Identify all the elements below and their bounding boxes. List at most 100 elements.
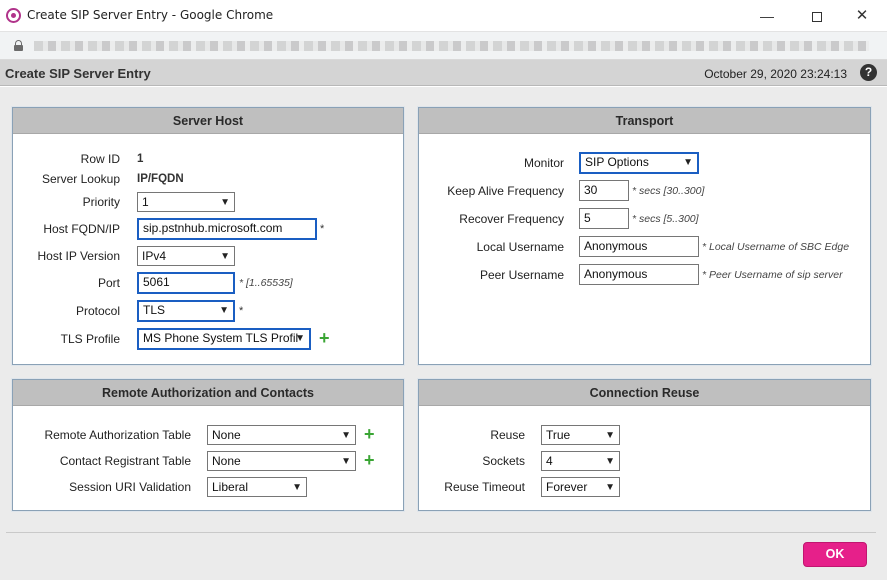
add-remote-auth-icon[interactable]: +	[364, 424, 375, 444]
session-uri-select[interactable]: Liberal ▼	[207, 477, 307, 497]
host-fqdn-required: *	[320, 223, 325, 235]
reuse-timeout-label: Reuse Timeout	[444, 480, 525, 494]
host-fqdn-input[interactable]: sip.pstnhub.microsoft.com	[137, 218, 317, 240]
close-button[interactable]: ✕	[839, 4, 885, 28]
keep-alive-label: Keep Alive Frequency	[447, 184, 564, 198]
server-lookup-label: Server Lookup	[41, 172, 120, 186]
keep-alive-hint: * secs [30..300]	[632, 185, 705, 197]
server-lookup-value: IP/FQDN	[137, 173, 184, 185]
contact-registrant-row: Contact Registrant Table None ▼ +	[13, 450, 403, 472]
local-username-input[interactable]: Anonymous	[579, 236, 699, 257]
chevron-down-icon: ▼	[341, 430, 351, 441]
local-username-label: Local Username	[476, 240, 564, 254]
minimize-button[interactable]: —	[744, 4, 790, 28]
connection-reuse-panel: Connection Reuse Reuse True ▼ Sockets 4 …	[418, 379, 871, 511]
sockets-label: Sockets	[482, 454, 525, 468]
remote-auth-panel: Remote Authorization and Contacts Remote…	[12, 379, 404, 511]
host-ip-version-select[interactable]: IPv4 ▼	[137, 246, 235, 266]
peer-username-input[interactable]: Anonymous	[579, 264, 699, 285]
recover-label: Recover Frequency	[459, 212, 564, 226]
tls-profile-select[interactable]: MS Phone System TLS Profil ▼	[137, 328, 311, 350]
remote-auth-table-select[interactable]: None ▼	[207, 425, 356, 445]
minimize-icon: —	[760, 8, 774, 24]
local-username-row: Local Username Anonymous * Local Usernam…	[419, 236, 870, 258]
chevron-down-icon: ▼	[605, 482, 615, 493]
priority-select[interactable]: 1 ▼	[137, 192, 235, 212]
browser-titlebar: Create SIP Server Entry - Google Chrome …	[0, 0, 887, 32]
chevron-down-icon: ▼	[341, 456, 351, 467]
server-host-panel: Server Host Row ID 1 Server Lookup IP/FQ…	[12, 107, 404, 365]
reuse-timeout-row: Reuse Timeout Forever ▼	[419, 476, 870, 498]
transport-panel: Transport Monitor SIP Options ▼ Keep Ali…	[418, 107, 871, 365]
peer-username-hint: * Peer Username of sip server	[702, 269, 843, 281]
recover-hint: * secs [5..300]	[632, 213, 699, 225]
reuse-label: Reuse	[490, 428, 525, 442]
priority-label: Priority	[82, 195, 120, 209]
remote-auth-table-row: Remote Authorization Table None ▼ +	[13, 424, 403, 446]
priority-row: Priority 1 ▼	[13, 191, 403, 213]
host-ip-version-label: Host IP Version	[37, 249, 121, 263]
keep-alive-input[interactable]: 30	[579, 180, 629, 201]
maximize-button[interactable]	[794, 4, 840, 28]
remote-auth-table-label: Remote Authorization Table	[44, 428, 191, 442]
reuse-row: Reuse True ▼	[419, 424, 870, 446]
host-fqdn-label: Host FQDN/IP	[43, 222, 120, 236]
ok-button[interactable]: OK	[803, 542, 867, 567]
lock-icon	[14, 40, 23, 51]
local-username-hint: * Local Username of SBC Edge	[702, 241, 850, 253]
connection-reuse-header: Connection Reuse	[419, 380, 870, 406]
tls-profile-label: TLS Profile	[60, 332, 120, 346]
remote-auth-header: Remote Authorization and Contacts	[13, 380, 403, 406]
address-bar[interactable]	[0, 32, 887, 60]
session-uri-label: Session URI Validation	[69, 480, 191, 494]
protocol-row: Protocol TLS ▼ *	[13, 300, 403, 322]
chevron-down-icon: ▼	[220, 251, 230, 262]
chevron-down-icon: ▼	[683, 157, 693, 168]
chevron-down-icon: ▼	[219, 305, 229, 316]
chevron-down-icon: ▼	[295, 333, 305, 344]
maximize-icon	[812, 12, 822, 23]
monitor-select[interactable]: SIP Options ▼	[579, 152, 699, 174]
keep-alive-row: Keep Alive Frequency 30 * secs [30..300]	[419, 180, 870, 202]
add-tls-profile-icon[interactable]: +	[319, 328, 330, 348]
recover-input[interactable]: 5	[579, 208, 629, 229]
help-icon[interactable]: ?	[860, 64, 877, 81]
server-lookup-row: Server Lookup IP/FQDN	[13, 168, 403, 190]
content-area: Server Host Row ID 1 Server Lookup IP/FQ…	[0, 87, 887, 580]
chevron-down-icon: ▼	[292, 482, 302, 493]
chevron-down-icon: ▼	[605, 430, 615, 441]
peer-username-row: Peer Username Anonymous * Peer Username …	[419, 264, 870, 286]
host-fqdn-row: Host FQDN/IP sip.pstnhub.microsoft.com *	[13, 218, 403, 240]
server-host-header: Server Host	[13, 108, 403, 134]
protocol-required: *	[239, 305, 244, 317]
add-contact-registrant-icon[interactable]: +	[364, 450, 375, 470]
port-label: Port	[97, 276, 120, 290]
recover-row: Recover Frequency 5 * secs [5..300]	[419, 208, 870, 230]
host-ip-version-row: Host IP Version IPv4 ▼	[13, 245, 403, 267]
chevron-down-icon: ▼	[605, 456, 615, 467]
port-hint: * [1..65535]	[239, 277, 293, 289]
tls-profile-row: TLS Profile MS Phone System TLS Profil ▼…	[13, 328, 403, 350]
window-title: Create SIP Server Entry - Google Chrome	[27, 8, 274, 22]
close-icon: ✕	[855, 7, 869, 24]
blurred-url	[34, 41, 869, 51]
contact-registrant-select[interactable]: None ▼	[207, 451, 356, 471]
contact-registrant-label: Contact Registrant Table	[59, 454, 191, 468]
port-input[interactable]: 5061	[137, 272, 235, 294]
row-id-label: Row ID	[80, 152, 120, 166]
transport-header: Transport	[419, 108, 870, 134]
peer-username-label: Peer Username	[479, 268, 564, 282]
footer-separator	[6, 532, 876, 533]
port-row: Port 5061 * [1..65535]	[13, 272, 403, 294]
protocol-select[interactable]: TLS ▼	[137, 300, 235, 322]
reuse-select[interactable]: True ▼	[541, 425, 620, 445]
sockets-row: Sockets 4 ▼	[419, 450, 870, 472]
page-header: Create SIP Server Entry October 29, 2020…	[0, 60, 887, 86]
chevron-down-icon: ▼	[220, 197, 230, 208]
reuse-timeout-select[interactable]: Forever ▼	[541, 477, 620, 497]
session-uri-row: Session URI Validation Liberal ▼	[13, 476, 403, 498]
page-title: Create SIP Server Entry	[5, 66, 151, 81]
sockets-select[interactable]: 4 ▼	[541, 451, 620, 471]
monitor-label: Monitor	[523, 156, 564, 170]
chrome-app-icon	[6, 8, 21, 23]
